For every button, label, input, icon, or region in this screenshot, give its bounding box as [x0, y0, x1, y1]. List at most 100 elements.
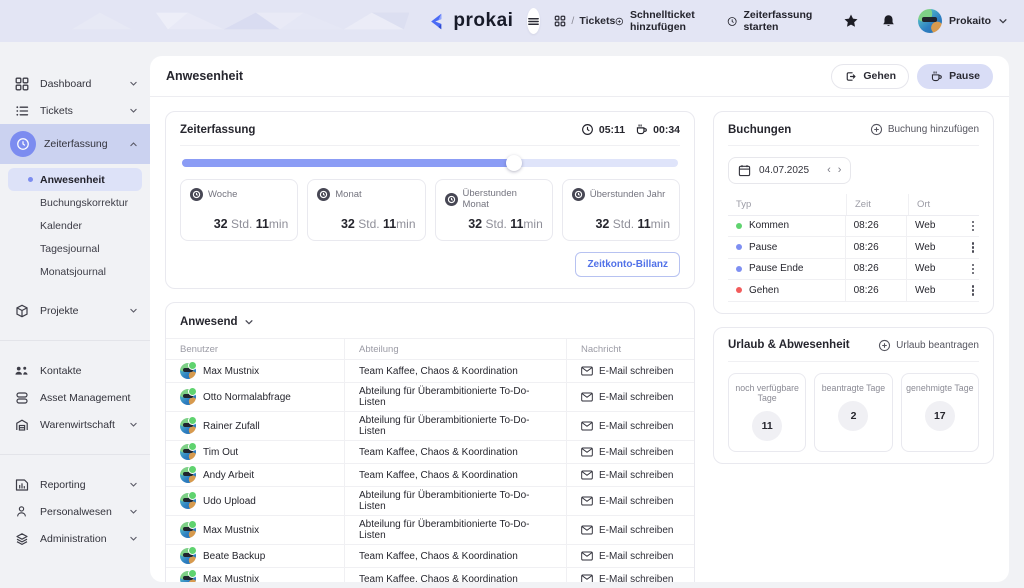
sidebar-subitem-kalender[interactable]: Kalender	[8, 214, 142, 237]
email-action-label: E-Mail schreiben	[599, 551, 673, 562]
add-buchung-label: Buchung hinzufügen	[888, 124, 979, 135]
breadcrumb-separator: /	[571, 15, 574, 27]
anwesend-table-header: Benutzer Abteilung Nachricht	[166, 338, 694, 360]
user-avatar	[180, 522, 196, 538]
user-name: Max Mustnix	[203, 366, 259, 377]
time-progress-fill	[182, 159, 514, 167]
anwesend-dropdown[interactable]: Anwesend	[166, 314, 694, 338]
email-action-label: E-Mail schreiben	[599, 421, 673, 432]
row-menu-button[interactable]	[969, 262, 978, 277]
envelope-icon	[581, 525, 593, 535]
sidebar-item-warenwirtschaft[interactable]: Warenwirtschaft	[0, 411, 150, 438]
sidebar-item-reporting[interactable]: Reporting	[0, 471, 150, 498]
email-action[interactable]: E-Mail schreiben	[581, 574, 673, 583]
app-logo[interactable]: prokai	[409, 10, 513, 32]
page-header: Anwesenheit Gehen Pause	[150, 56, 1009, 97]
dashboard-grid-icon	[554, 15, 566, 27]
dashboard-icon	[14, 76, 29, 91]
sidebar-subitem-tagesjournal[interactable]: Tagesjournal	[8, 237, 142, 260]
stat-hours: 32	[341, 217, 355, 231]
sidebar-item-tickets[interactable]: Tickets	[0, 97, 150, 124]
zeitkonto-bilanz-button[interactable]: Zeitkonto-Billanz	[575, 252, 680, 277]
warehouse-icon	[14, 417, 29, 432]
notifications-button[interactable]	[881, 13, 896, 29]
user-avatar	[180, 418, 196, 434]
sidebar-item-projekte[interactable]: Projekte	[0, 297, 150, 324]
stat-hours: 32	[214, 217, 228, 231]
page-title: Anwesenheit	[166, 69, 243, 83]
sidebar: Dashboard Tickets Zeiterfassung Anwesenh…	[0, 42, 150, 588]
breadcrumb-item: Tickets	[579, 15, 615, 27]
stat-hours: 32	[595, 217, 609, 231]
user-avatar	[180, 548, 196, 564]
add-buchung-button[interactable]: Buchung hinzufügen	[870, 123, 979, 136]
prev-day-button[interactable]: ‹	[827, 165, 831, 176]
zeiterfassung-submenu: Anwesenheit Buchungskorrektur Kalender T…	[8, 168, 142, 283]
stat-minutes: 11	[256, 217, 269, 231]
clock-icon	[581, 123, 594, 136]
envelope-icon	[581, 470, 593, 480]
next-day-button[interactable]: ›	[838, 165, 842, 176]
email-action[interactable]: E-Mail schreiben	[581, 421, 673, 432]
coffee-cup-icon	[635, 123, 648, 136]
email-action[interactable]: E-Mail schreiben	[581, 496, 673, 507]
email-action-label: E-Mail schreiben	[599, 392, 673, 403]
envelope-icon	[581, 447, 593, 457]
email-action[interactable]: E-Mail schreiben	[581, 366, 673, 377]
email-action[interactable]: E-Mail schreiben	[581, 392, 673, 403]
sidebar-item-kontakte[interactable]: Kontakte	[0, 357, 150, 384]
urlaub-title: Urlaub & Abwesenheit	[728, 339, 850, 351]
cube-icon	[14, 303, 29, 318]
stat-hours-unit: Std.	[613, 217, 634, 231]
email-action[interactable]: E-Mail schreiben	[581, 551, 673, 562]
email-action[interactable]: E-Mail schreiben	[581, 470, 673, 481]
time-progress-slider[interactable]	[182, 159, 678, 167]
buchung-type: Kommen	[749, 220, 789, 231]
sidebar-subitem-anwesenheit[interactable]: Anwesenheit	[8, 168, 142, 191]
row-menu-button[interactable]	[969, 283, 978, 298]
sidebar-item-dashboard[interactable]: Dashboard	[0, 70, 150, 97]
user-name: Beate Backup	[203, 551, 265, 562]
sidebar-toggle-button[interactable]	[527, 8, 540, 34]
user-avatar	[918, 9, 942, 33]
stat-hours-unit: Std.	[485, 217, 506, 231]
urlaub-beantragen-button[interactable]: Urlaub beantragen	[878, 339, 979, 352]
envelope-icon	[581, 574, 593, 582]
stat-minutes-unit: min	[396, 217, 415, 231]
sidebar-item-administration[interactable]: Administration	[0, 525, 150, 552]
time-stat-box: Überstunden Monat 32 Std. 11min	[435, 179, 553, 241]
email-action[interactable]: E-Mail schreiben	[581, 525, 673, 536]
breadcrumb[interactable]: / Tickets	[554, 15, 615, 27]
stat-value: 32 Std. 11min	[190, 217, 288, 231]
user-avatar	[180, 467, 196, 483]
row-menu-button[interactable]	[969, 219, 978, 234]
work-time-value: 05:11	[599, 124, 625, 136]
favorites-button[interactable]	[843, 13, 859, 29]
sidebar-item-label: Reporting	[40, 479, 129, 491]
email-action[interactable]: E-Mail schreiben	[581, 447, 673, 458]
date-picker[interactable]: 04.07.2025 ‹ ›	[728, 157, 851, 184]
stat-value: 32 Std. 11min	[445, 217, 543, 231]
user-menu[interactable]: Prokaito	[918, 9, 1008, 33]
buchung-time: 08:26	[845, 237, 906, 258]
sidebar-item-zeiterfassung[interactable]: Zeiterfassung	[0, 124, 150, 164]
sidebar-item-personalwesen[interactable]: Personalwesen	[0, 498, 150, 525]
anwesend-row: Rainer Zufall Abteilung für Überambition…	[166, 412, 694, 441]
user-department: Abteilung für Überambitionierte To-Do-Li…	[344, 487, 566, 515]
pause-button[interactable]: Pause	[917, 64, 993, 89]
column-header-zeit: Zeit	[846, 194, 908, 215]
quick-ticket-button[interactable]: Schnellticket hinzufügen	[615, 9, 701, 33]
slider-thumb[interactable]	[506, 155, 522, 171]
logo-text: prokai	[453, 10, 513, 32]
sidebar-subitem-buchungskorrektur[interactable]: Buchungskorrektur	[8, 191, 142, 214]
clock-icon	[10, 131, 36, 157]
start-tracking-button[interactable]: Zeiterfassung starten	[727, 9, 817, 33]
urlaub-stat-value: 17	[925, 401, 955, 431]
row-menu-button[interactable]	[969, 240, 978, 255]
sidebar-subitem-monatsjournal[interactable]: Monatsjournal	[8, 260, 142, 283]
buchung-location: Web	[906, 280, 960, 301]
status-dot	[736, 266, 742, 272]
sidebar-item-asset-management[interactable]: Asset Management	[0, 384, 150, 411]
chevron-down-icon	[129, 480, 138, 489]
gehen-button[interactable]: Gehen	[831, 64, 909, 89]
